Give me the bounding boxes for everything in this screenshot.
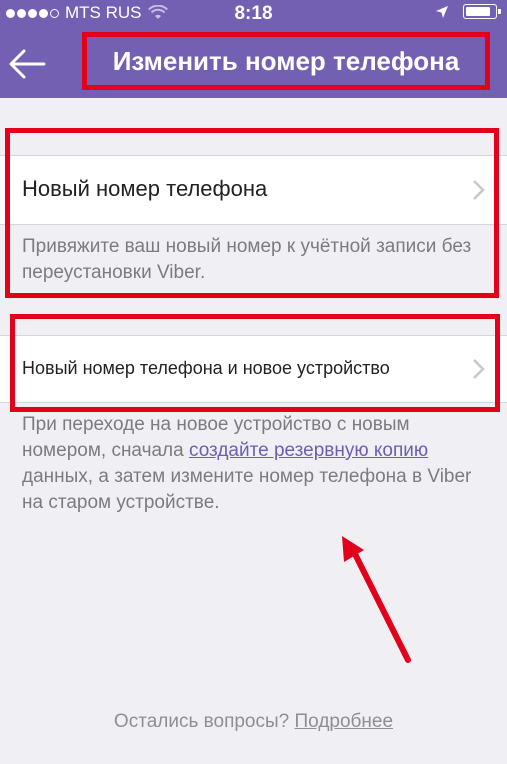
red-pointer-arrow-icon — [342, 536, 411, 663]
new-device-description: При переходе на новое устройство с новым… — [22, 412, 492, 516]
nav-bar: Изменить номер телефона — [0, 28, 507, 98]
footer-help: Остались вопросы? Подробнее — [0, 711, 507, 733]
status-time: 8:18 — [234, 3, 273, 24]
highlight-frame-option2 — [10, 314, 500, 412]
back-arrow-icon — [9, 49, 46, 79]
status-bar: MTS RUS 8:18 — [0, 0, 507, 28]
new-device-description-text2: данных, а затем измените номер телефона … — [22, 466, 472, 513]
create-backup-link[interactable]: создайте резервную копию — [189, 440, 428, 461]
learn-more-link[interactable]: Подробнее — [295, 711, 394, 732]
battery-icon — [463, 4, 501, 19]
status-right — [435, 4, 501, 19]
back-button[interactable] — [8, 46, 48, 82]
page-title: Изменить номер телефона — [82, 32, 490, 90]
app-header: MTS RUS 8:18 Изменить номер телефона — [0, 0, 507, 98]
location-arrow-icon — [436, 5, 448, 18]
highlight-frame-option1 — [5, 128, 499, 298]
footer-question: Остались вопросы? — [113, 711, 295, 732]
